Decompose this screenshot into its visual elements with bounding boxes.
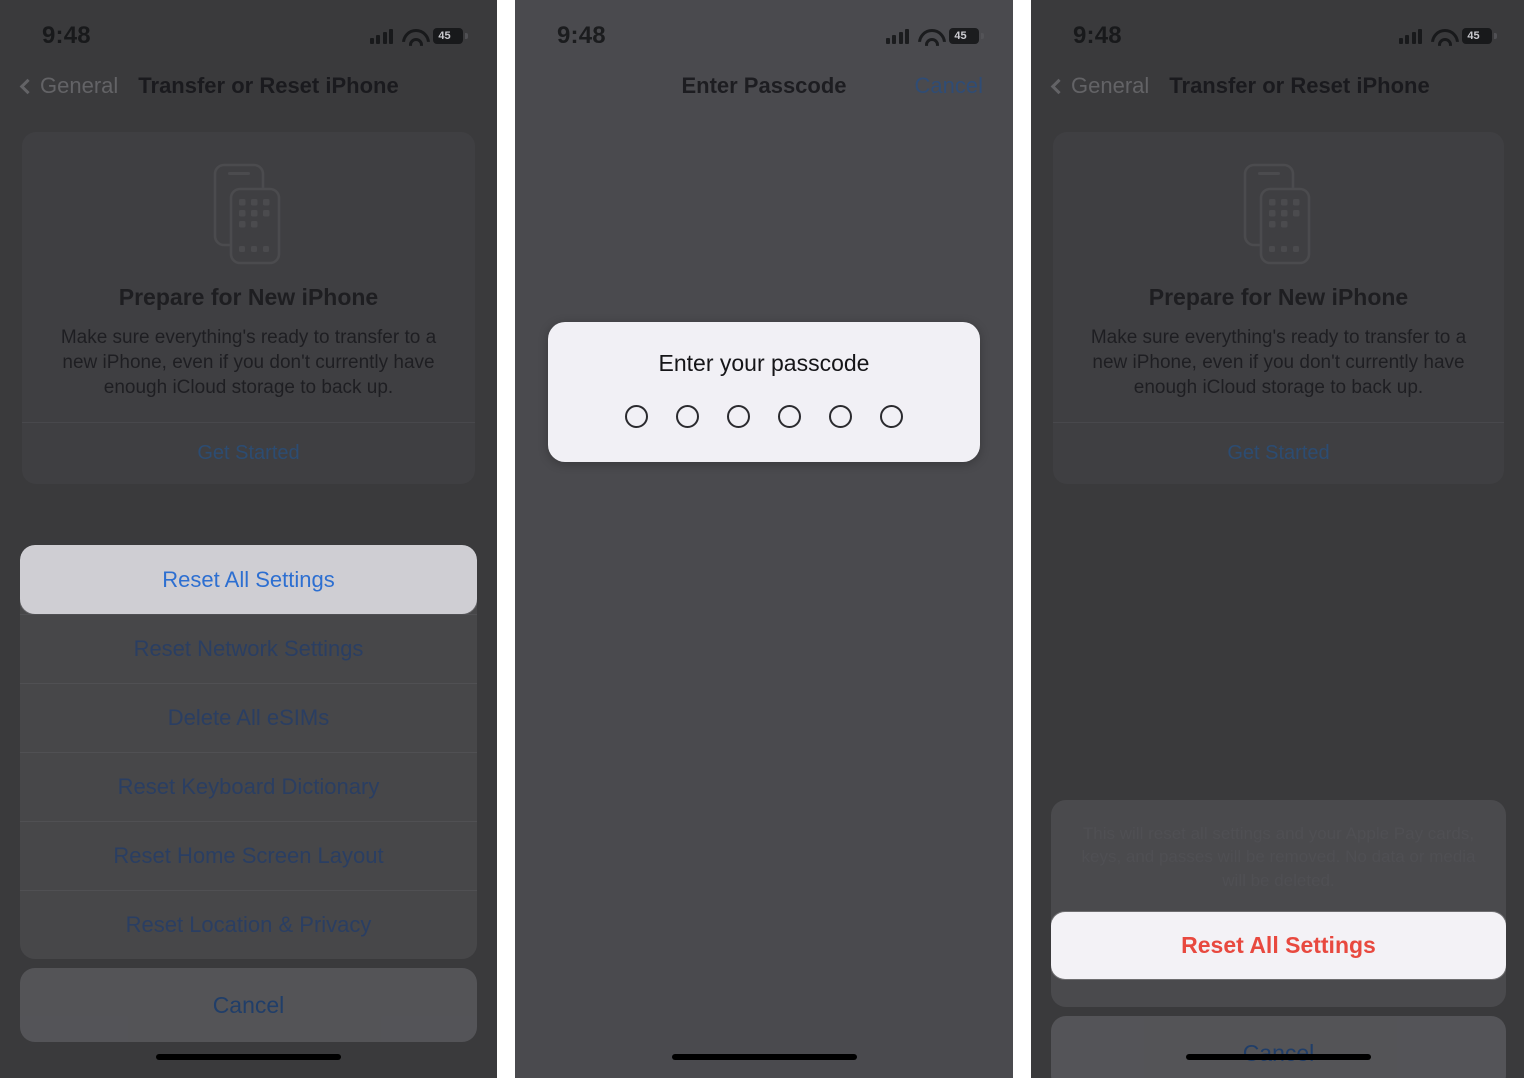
prepare-for-new-iphone-card: Prepare for New iPhone Make sure everyth… — [1053, 132, 1504, 485]
status-bar-indicators: 45 — [885, 28, 984, 44]
action-sheet-item-reset-all-settings[interactable]: Reset All Settings — [20, 545, 477, 614]
action-sheet-item-delete-all-esims[interactable]: Delete All eSIMs — [20, 683, 477, 752]
card-description: Make sure everything's ready to transfer… — [60, 327, 437, 399]
action-sheet-item-reset-keyboard-dictionary[interactable]: Reset Keyboard Dictionary — [20, 752, 477, 821]
back-button-general[interactable]: General — [19, 73, 119, 99]
passcode-dot — [829, 405, 852, 428]
home-indicator — [0, 1054, 497, 1060]
card-description: Make sure everything's ready to transfer… — [1090, 327, 1467, 399]
passcode-dialog: Enter your passcode — [548, 322, 980, 462]
card-title: Prepare for New iPhone — [118, 284, 379, 310]
passcode-dot — [676, 405, 699, 428]
phone-panel-reset-options: 9:48 45 General Transfer or Reset iPhone — [0, 0, 497, 1078]
status-bar-time: 9:48 — [1073, 22, 1122, 49]
chevron-left-icon — [19, 78, 36, 94]
confirm-reset-sheet: This will reset all settings and your Ap… — [1051, 800, 1506, 1078]
wifi-icon — [918, 28, 940, 44]
home-indicator — [1031, 1054, 1524, 1060]
action-sheet-options-group: Reset All Settings Reset Network Setting… — [20, 545, 477, 959]
status-bar-time: 9:48 — [42, 22, 91, 49]
phone-panel-confirm-reset: 9:48 45 General Transfer or Reset iPhone — [1031, 0, 1524, 1078]
status-bar: 9:48 45 — [1031, 0, 1524, 58]
two-iphones-icon — [22, 158, 475, 270]
panel-gap-2 — [1013, 0, 1031, 1078]
status-bar: 9:48 45 — [0, 0, 497, 58]
cellular-signal-icon — [885, 28, 909, 44]
back-button-general[interactable]: General — [1050, 73, 1150, 99]
back-button-label: General — [1071, 73, 1150, 98]
status-bar: 9:48 45 — [515, 0, 1013, 58]
battery-level-label: 45 — [954, 29, 967, 42]
passcode-entry-field[interactable] — [548, 405, 980, 428]
battery-icon: 45 — [949, 28, 984, 44]
phone-panel-enter-passcode: 9:48 45 Enter Passcode Cancel Enter your… — [515, 0, 1013, 1078]
confirm-sheet-group: This will reset all settings and your Ap… — [1051, 800, 1506, 1008]
home-indicator — [515, 1054, 1013, 1060]
battery-level-label: 45 — [1467, 29, 1480, 42]
cellular-signal-icon — [1398, 28, 1422, 44]
confirm-reset-all-settings-button[interactable]: Reset All Settings — [1051, 912, 1506, 980]
passcode-dot — [880, 405, 903, 428]
passcode-dot — [727, 405, 750, 428]
passcode-dot — [778, 405, 801, 428]
confirm-message: This will reset all settings and your Ap… — [1081, 824, 1476, 890]
prepare-for-new-iphone-card: Prepare for New iPhone Make sure everyth… — [22, 132, 475, 485]
card-title: Prepare for New iPhone — [1148, 284, 1409, 310]
action-sheet-item-reset-location-privacy[interactable]: Reset Location & Privacy — [20, 890, 477, 959]
status-bar-indicators: 45 — [1398, 28, 1497, 44]
reset-action-sheet: Reset All Settings Reset Network Setting… — [20, 545, 477, 1042]
battery-icon: 45 — [433, 28, 468, 44]
two-iphones-icon — [1053, 158, 1504, 270]
navigation-bar: Enter Passcode Cancel — [515, 58, 1013, 114]
passcode-prompt: Enter your passcode — [658, 350, 870, 376]
battery-icon: 45 — [1462, 28, 1497, 44]
page-title: Transfer or Reset iPhone — [138, 73, 399, 98]
passcode-dot — [625, 405, 648, 428]
navigation-bar: General Transfer or Reset iPhone — [1031, 58, 1524, 114]
cellular-signal-icon — [369, 28, 393, 44]
confirm-sheet-cancel-button[interactable]: Cancel — [1051, 1016, 1506, 1078]
get-started-button[interactable]: Get Started — [22, 423, 475, 484]
status-bar-time: 9:48 — [557, 22, 606, 49]
action-sheet-item-reset-network-settings[interactable]: Reset Network Settings — [20, 614, 477, 683]
obscured-sheet-row — [1051, 979, 1506, 1007]
action-sheet-item-reset-home-screen-layout[interactable]: Reset Home Screen Layout — [20, 821, 477, 890]
status-bar-indicators: 45 — [369, 28, 468, 44]
get-started-button[interactable]: Get Started — [1053, 423, 1504, 484]
cancel-button[interactable]: Cancel — [915, 73, 983, 99]
panel-gap-1 — [497, 0, 515, 1078]
wifi-icon — [402, 28, 424, 44]
page-title: Transfer or Reset iPhone — [1169, 73, 1430, 98]
chevron-left-icon — [1050, 78, 1067, 94]
action-sheet-cancel-button[interactable]: Cancel — [20, 968, 477, 1042]
wifi-icon — [1431, 28, 1453, 44]
screenshot-stage: 9:48 45 General Transfer or Reset iPhone — [0, 0, 1524, 1078]
navigation-bar: General Transfer or Reset iPhone — [0, 58, 497, 114]
back-button-label: General — [40, 73, 119, 98]
battery-level-label: 45 — [438, 29, 451, 42]
